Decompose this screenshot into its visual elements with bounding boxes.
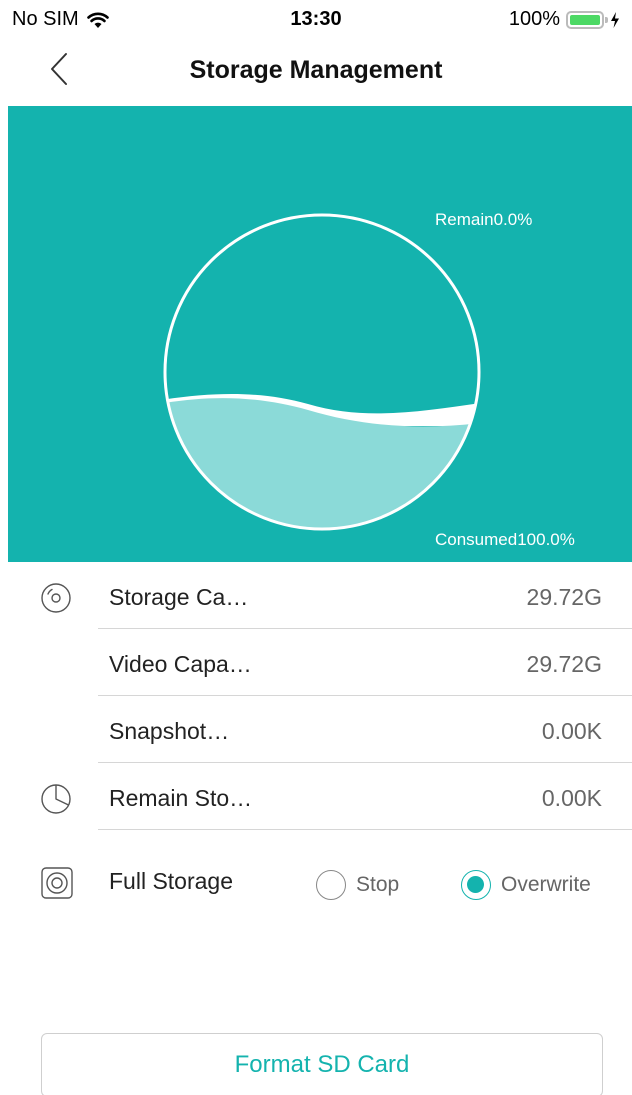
remain-storage-value: 0.00K: [541, 785, 602, 811]
pie-chart-icon: [41, 784, 71, 814]
storage-hero: Remain0.0% Consumed100.0%: [8, 106, 632, 562]
overwrite-option[interactable]: Overwrite: [461, 870, 591, 900]
status-bar: No SIM 13:30 100%: [0, 0, 632, 40]
storage-info-list: Storage Ca… 29.72G Video Capa… 29.72G Sn…: [0, 562, 632, 910]
storage-gauge: [163, 213, 481, 531]
video-capacity-value: 29.72G: [526, 651, 602, 677]
storage-capacity-row: Storage Ca… 29.72G: [0, 562, 632, 629]
stop-radio[interactable]: [316, 870, 346, 900]
snapshot-capacity-value: 0.00K: [541, 718, 602, 744]
battery-icon: [566, 10, 608, 29]
stop-label: Stop: [356, 873, 400, 896]
storage-capacity-label: Storage Ca…: [109, 584, 249, 610]
charging-icon: [611, 11, 619, 28]
full-storage-label: Full Storage: [109, 868, 234, 894]
battery-percent: 100%: [508, 8, 560, 30]
hard-drive-icon: [41, 867, 73, 899]
snapshot-capacity-label: Snapshot…: [109, 718, 230, 744]
storage-capacity-value: 29.72G: [526, 584, 602, 610]
consumed-label: Consumed100.0%: [435, 530, 575, 549]
video-capacity-label: Video Capa…: [109, 651, 252, 677]
snapshot-capacity-row: Snapshot… 0.00K: [0, 696, 632, 763]
remain-storage-row: Remain Sto… 0.00K: [0, 763, 632, 830]
video-capacity-row: Video Capa… 29.72G: [0, 629, 632, 696]
remain-label: Remain0.0%: [435, 210, 533, 229]
format-sd-card-button[interactable]: Format SD Card: [41, 1033, 603, 1095]
stop-option[interactable]: Stop: [316, 870, 399, 900]
status-right: 100%: [509, 8, 620, 31]
full-storage-row: Full Storage Stop Overwrite: [0, 830, 632, 910]
nav-bar: Storage Management: [0, 40, 632, 102]
remain-storage-label: Remain Sto…: [109, 785, 253, 811]
overwrite-radio[interactable]: [461, 870, 491, 900]
disc-icon: [41, 583, 71, 613]
overwrite-label: Overwrite: [501, 873, 591, 896]
page-title: Storage Management: [189, 56, 443, 84]
